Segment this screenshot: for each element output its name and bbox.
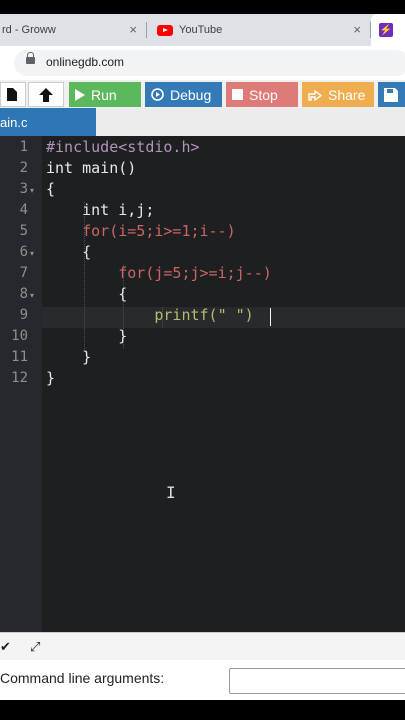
tab-title: YouTube	[179, 24, 223, 36]
line-number: 10	[11, 328, 28, 344]
lock-icon[interactable]	[26, 52, 35, 64]
upload-button[interactable]	[28, 82, 64, 107]
youtube-icon	[157, 24, 173, 36]
close-tab-icon[interactable]: ×	[129, 22, 137, 37]
browser-tab-groww[interactable]: rd - Groww ×	[0, 14, 145, 46]
onlinegdb-favicon-icon: ⚡	[379, 23, 393, 37]
expand-icon[interactable]: ⤢	[30, 639, 40, 655]
top-black-bar	[0, 0, 405, 14]
tab-title: rd - Groww	[2, 24, 56, 36]
line-number: 9	[19, 307, 28, 323]
browser-tab-onlinegdb[interactable]: ⚡	[371, 14, 405, 46]
line-number: 2	[19, 160, 28, 176]
fold-arrow-icon[interactable]: ▾	[30, 249, 34, 258]
code-editor[interactable]: 1 2 3 4 5 6 7 8 9 10 11 12 ▾ ▾ ▾ #includ…	[0, 136, 405, 632]
stop-icon	[232, 89, 243, 100]
line-number: 6	[19, 244, 28, 260]
bottom-black-bar	[0, 700, 405, 720]
file-tab-label: ain.c	[0, 114, 28, 130]
debug-button[interactable]: Debug	[145, 82, 222, 107]
text-cursor	[270, 308, 271, 326]
run-label: Run	[91, 86, 117, 103]
checkmark-icon[interactable]: ✔	[0, 639, 11, 655]
run-button[interactable]: Run	[69, 82, 141, 107]
code-line-2: int main()	[46, 159, 137, 177]
line-number: 7	[19, 265, 28, 281]
file-tab-strip: ain.c	[0, 108, 405, 136]
output-panel-bar: ✔ ⤢	[0, 632, 405, 661]
command-line-args-row: Command line arguments:	[0, 660, 405, 700]
line-number: 1	[19, 139, 28, 155]
mouse-ibeam-cursor-icon: I	[166, 483, 176, 502]
code-line-7: for(j=5;j>=i;j--)	[46, 264, 272, 282]
share-button[interactable]: Share	[302, 82, 374, 107]
fold-arrow-icon[interactable]: ▾	[30, 291, 34, 300]
code-line-5: for(i=5;i>=1;i--)	[46, 222, 236, 240]
line-number: 4	[19, 202, 28, 218]
code-line-4: int i,j;	[46, 201, 155, 219]
close-tab-icon[interactable]: ×	[353, 22, 361, 37]
line-number: 11	[11, 349, 28, 365]
line-number: 5	[19, 223, 28, 239]
debug-label: Debug	[170, 86, 212, 103]
line-number: 12	[11, 370, 28, 386]
address-bar-area: onlinegdb.com	[0, 46, 405, 80]
browser-tab-youtube[interactable]: YouTube ×	[147, 14, 369, 46]
code-line-10: }	[46, 327, 128, 345]
command-line-args-input[interactable]	[229, 668, 405, 694]
debug-icon	[151, 88, 164, 101]
save-button[interactable]	[378, 82, 405, 107]
line-number: 8	[19, 286, 28, 302]
browser-tab-strip: rd - Groww × YouTube × ⚡	[0, 14, 405, 46]
code-line-9: printf(" ")	[46, 306, 254, 324]
command-line-args-label: Command line arguments:	[0, 670, 165, 686]
code-token: #include<stdio.h>	[46, 138, 200, 156]
code-line-6: {	[46, 243, 92, 261]
new-file-button[interactable]	[0, 82, 26, 107]
code-line-12: }	[46, 369, 56, 387]
upload-icon	[39, 87, 53, 102]
code-line-1: #include<stdio.h>	[46, 138, 200, 156]
url-text[interactable]: onlinegdb.com	[46, 55, 124, 69]
file-icon	[7, 88, 17, 101]
stop-button[interactable]: Stop	[226, 82, 298, 107]
code-line-3: {	[46, 180, 56, 198]
line-number-gutter: 1 2 3 4 5 6 7 8 9 10 11 12 ▾ ▾ ▾	[0, 136, 42, 632]
share-icon	[308, 89, 322, 101]
code-line-11: }	[46, 348, 92, 366]
ide-toolbar: Run Debug Stop Share	[0, 80, 405, 108]
share-label: Share	[328, 86, 366, 103]
line-number: 3	[19, 181, 28, 197]
fold-arrow-icon[interactable]: ▾	[30, 186, 34, 195]
play-icon	[75, 88, 85, 101]
code-line-8: {	[46, 285, 128, 303]
save-icon	[384, 87, 398, 102]
stop-label: Stop	[249, 86, 278, 103]
file-tab-main-c[interactable]: ain.c	[0, 108, 96, 136]
